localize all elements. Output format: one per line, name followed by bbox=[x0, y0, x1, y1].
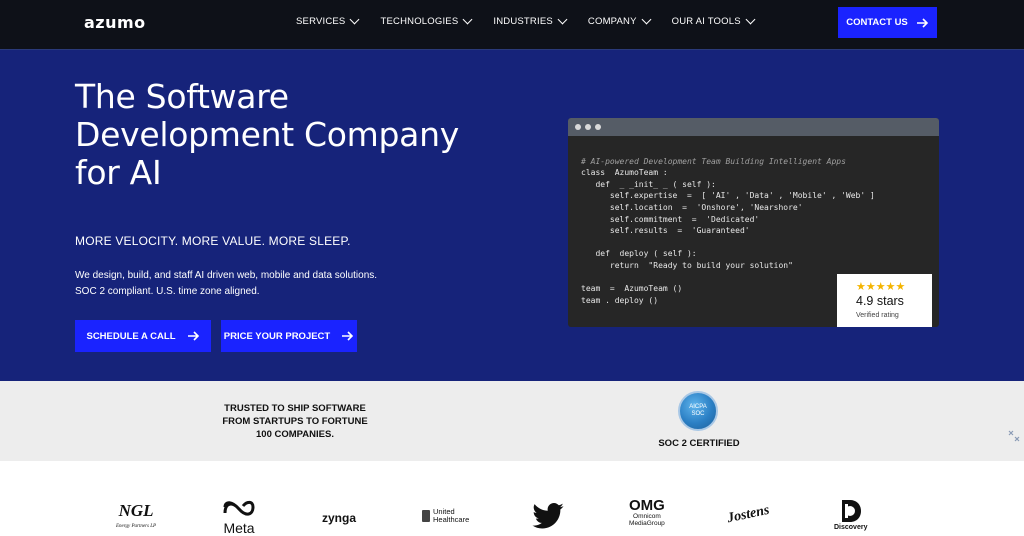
price-project-button[interactable]: PRICE YOUR PROJECT bbox=[221, 320, 357, 352]
arrow-right-icon bbox=[187, 331, 200, 341]
menu-industries-label: INDUSTRIES bbox=[493, 16, 553, 27]
meta-logo: Meta bbox=[222, 499, 256, 536]
hero-tagline: MORE VELOCITY. MORE VALUE. MORE SLEEP. bbox=[75, 234, 351, 248]
omg-logo-sub: MediaGroup bbox=[629, 520, 665, 527]
discovery-logo: Discovery bbox=[834, 498, 867, 531]
twitter-logo bbox=[532, 503, 564, 529]
jostens-logo: Jostens bbox=[726, 503, 771, 528]
window-dot-icon bbox=[585, 124, 591, 130]
code-line: return "Ready to build your solution" bbox=[581, 260, 793, 270]
zynga-logo-text: zynga bbox=[322, 511, 357, 525]
chevron-down-icon bbox=[557, 14, 568, 25]
hero-description-line: SOC 2 compliant. U.S. time zone aligned. bbox=[75, 286, 260, 297]
menu-industries[interactable]: INDUSTRIES bbox=[493, 14, 568, 27]
menu-technologies[interactable]: TECHNOLOGIES bbox=[380, 14, 473, 27]
arrow-right-icon bbox=[342, 331, 354, 341]
code-line: def _ _init_ _ ( self ): bbox=[581, 179, 716, 189]
schedule-call-label: SCHEDULE A CALL bbox=[86, 330, 176, 342]
chevron-down-icon bbox=[641, 14, 652, 25]
code-block: # AI-powered Development Team Building I… bbox=[581, 144, 875, 306]
code-line: def deploy ( self ): bbox=[581, 249, 697, 259]
code-line: team . deploy () bbox=[581, 295, 659, 305]
schedule-call-button[interactable]: SCHEDULE A CALL bbox=[75, 320, 211, 352]
arrow-right-icon bbox=[916, 17, 929, 28]
rating-value: 4.9 stars bbox=[856, 294, 904, 308]
meta-infinity-icon bbox=[223, 500, 255, 516]
main-menu: SERVICES TECHNOLOGIES INDUSTRIES COMPANY… bbox=[296, 14, 756, 27]
omg-logo-text: OMG bbox=[629, 497, 665, 514]
menu-company[interactable]: COMPANY bbox=[587, 14, 652, 27]
unitedhealthcare-logo: United Healthcare bbox=[422, 508, 469, 524]
contact-us-button[interactable]: CONTACT US bbox=[838, 7, 937, 38]
code-line: self.expertise = [ 'AI' , 'Data' , 'Mobi… bbox=[581, 191, 875, 201]
ngl-logo-text: NGL bbox=[118, 501, 154, 520]
badge-text: SOC bbox=[691, 411, 705, 417]
chevron-down-icon bbox=[745, 14, 756, 25]
window-dot-icon bbox=[575, 124, 581, 130]
code-line: self.results = 'Guaranteed' bbox=[581, 226, 750, 236]
code-line: # AI-powered Development Team Building I… bbox=[581, 156, 846, 166]
zynga-logo: zynga bbox=[322, 511, 356, 525]
ngl-logo: NGL Energy Partners LP bbox=[116, 501, 157, 535]
menu-ai-tools[interactable]: OUR AI TOOLS bbox=[671, 14, 756, 27]
top-navbar: azumo SERVICES TECHNOLOGIES INDUSTRIES C… bbox=[0, 0, 1024, 50]
rating-caption: Verified rating bbox=[856, 312, 899, 319]
uhc-line: Healthcare bbox=[433, 515, 470, 524]
price-project-label: PRICE YOUR PROJECT bbox=[223, 330, 331, 342]
soc2-caption: SOC 2 CERTIFIED bbox=[658, 438, 740, 449]
omnicom-logo: OMG Omnicom MediaGroup bbox=[629, 497, 665, 527]
star-rating-icon: ★★★★★ bbox=[856, 281, 906, 293]
code-line: self.location = 'Onshore', 'Nearshore' bbox=[581, 202, 803, 212]
chevron-down-icon bbox=[462, 14, 473, 25]
accessibility-toggle-icon[interactable] bbox=[1008, 430, 1020, 442]
omg-logo-sub: Omnicom bbox=[633, 513, 661, 520]
azumo-logo[interactable]: azumo bbox=[84, 13, 146, 32]
menu-technologies-label: TECHNOLOGIES bbox=[380, 16, 459, 27]
menu-services-label: SERVICES bbox=[296, 16, 346, 27]
code-line: team = AzumoTeam () bbox=[581, 284, 683, 294]
hero-title: The Software Development Company for AI bbox=[75, 77, 459, 192]
chevron-down-icon bbox=[350, 14, 360, 25]
uhc-logo-text: United Healthcare bbox=[433, 508, 469, 524]
rating-card: ★★★★★ 4.9 stars Verified rating bbox=[837, 274, 932, 327]
code-line: class AzumoTeam : bbox=[581, 168, 668, 178]
discovery-logo-text: Discovery bbox=[834, 524, 868, 531]
hero-description-line: We design, build, and staff AI driven we… bbox=[75, 270, 378, 281]
window-dot-icon bbox=[595, 124, 601, 130]
hero-description: We design, build, and staff AI driven we… bbox=[75, 268, 377, 300]
uhc-shield-icon bbox=[422, 510, 430, 522]
code-line: self.commitment = 'Dedicated' bbox=[581, 214, 760, 224]
badge-text: AICPA bbox=[689, 404, 707, 410]
meta-logo-text: Meta bbox=[223, 520, 255, 536]
hero-section: The Software Development Company for AI … bbox=[0, 50, 1024, 381]
contact-us-label: CONTACT US bbox=[846, 17, 908, 28]
twitter-bird-icon bbox=[532, 503, 564, 529]
menu-company-label: COMPANY bbox=[587, 16, 637, 27]
menu-ai-tools-label: OUR AI TOOLS bbox=[671, 16, 741, 27]
discovery-d-icon bbox=[841, 500, 861, 522]
soc2-badge-icon: AICPA SOC bbox=[678, 391, 718, 431]
jostens-logo-text: Jostens bbox=[725, 502, 771, 527]
ngl-logo-sub: Energy Partners LP bbox=[116, 524, 157, 529]
client-logos-row: NGL Energy Partners LP Meta zynga United… bbox=[0, 461, 1024, 536]
trust-statement: TRUSTED TO SHIP SOFTWARE FROM STARTUPS T… bbox=[222, 403, 368, 440]
code-window-titlebar bbox=[568, 118, 939, 136]
trust-band: TRUSTED TO SHIP SOFTWARE FROM STARTUPS T… bbox=[0, 381, 1024, 461]
menu-services[interactable]: SERVICES bbox=[296, 14, 360, 27]
